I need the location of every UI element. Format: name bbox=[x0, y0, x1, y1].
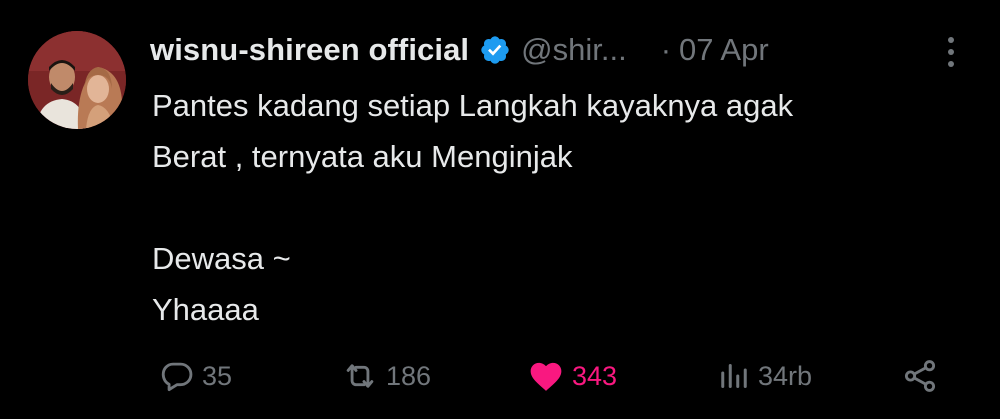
display-name[interactable]: wisnu-shireen official bbox=[150, 32, 469, 68]
handle[interactable]: @shir... bbox=[521, 32, 627, 68]
heart-icon bbox=[526, 357, 566, 395]
share-icon bbox=[900, 357, 940, 395]
tweet-text: Pantes kadang setiap Langkah kayaknya ag… bbox=[152, 88, 794, 327]
views-button[interactable]: 34rb bbox=[716, 356, 812, 396]
like-count: 343 bbox=[572, 360, 618, 391]
retweet-count: 186 bbox=[386, 360, 432, 391]
separator-dot: · bbox=[660, 32, 672, 67]
retweet-icon bbox=[340, 357, 380, 395]
share-button[interactable] bbox=[900, 356, 940, 396]
more-vertical-icon[interactable] bbox=[940, 34, 962, 70]
views-count: 34rb bbox=[758, 360, 813, 391]
views-chart-icon bbox=[716, 357, 752, 395]
tweet-date[interactable]: 07 Apr bbox=[679, 32, 769, 68]
action-bar: 35 186 343 34rb bbox=[0, 356, 1000, 396]
reply-button[interactable]: 35 bbox=[158, 356, 232, 396]
reply-icon bbox=[158, 357, 196, 395]
tweet[interactable]: wisnu-shireen official @shir... · 07 Apr… bbox=[0, 0, 1000, 419]
avatar[interactable] bbox=[28, 31, 126, 129]
tweet-header: wisnu-shireen official @shir... · 07 Apr bbox=[150, 28, 970, 72]
retweet-button[interactable]: 186 bbox=[340, 356, 431, 396]
like-button[interactable]: 343 bbox=[526, 356, 617, 396]
verified-badge-icon[interactable] bbox=[479, 34, 511, 66]
reply-count: 35 bbox=[202, 360, 233, 391]
